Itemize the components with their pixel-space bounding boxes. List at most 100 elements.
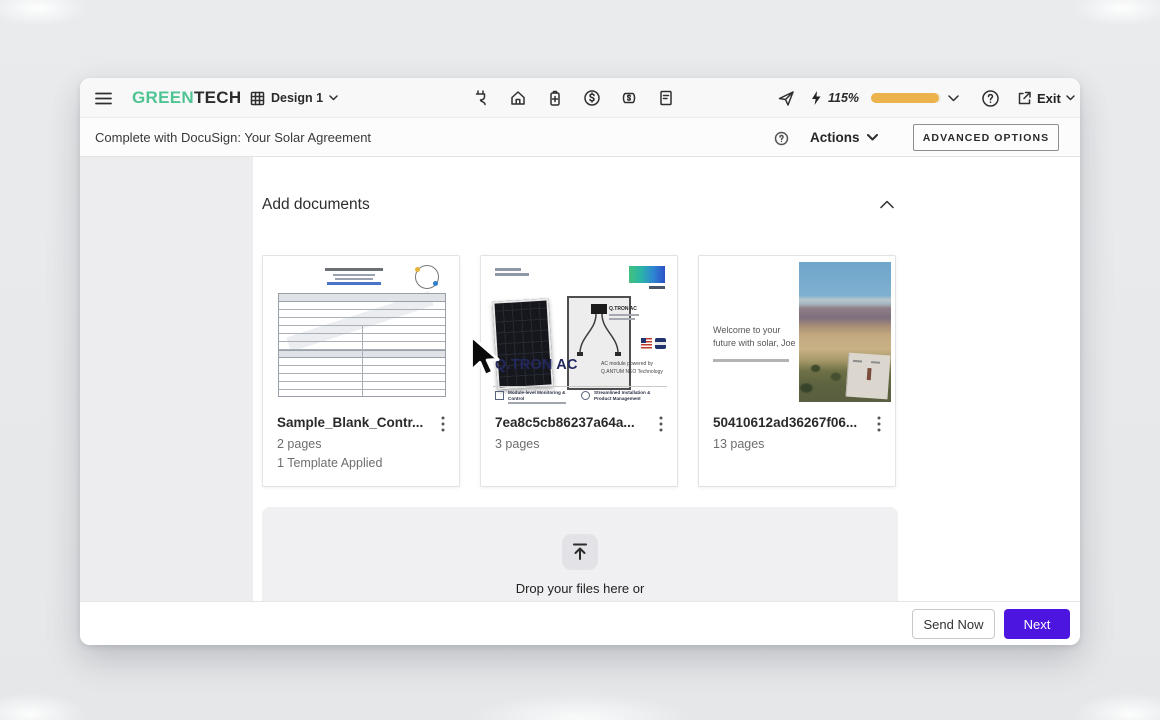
upload-icon-box (562, 534, 598, 570)
document-name: 7ea8c5cb86237a64a... (495, 415, 645, 430)
thumb-text-line (713, 359, 789, 362)
hand-icon (581, 391, 590, 400)
desktop-background: GREENTECH Design 1 (0, 0, 1160, 720)
cash-tool-button[interactable] (620, 89, 638, 107)
design-selector[interactable]: Design 1 (250, 78, 338, 118)
lightning-icon (809, 90, 823, 106)
thumb-text-line (649, 286, 665, 289)
left-gutter (80, 157, 253, 601)
thumb-link-line (327, 282, 381, 285)
us-flag-icon (641, 338, 652, 349)
thumb-text-line (508, 402, 566, 404)
qtron-tagline: AC module powered by Q.ANTUM NEO Technol… (601, 360, 667, 376)
thumb-text-line (333, 274, 375, 276)
cash-icon (620, 89, 638, 107)
app-window: GREENTECH Design 1 (80, 78, 1080, 645)
actions-menu-button[interactable]: Actions (810, 118, 878, 157)
file-dropzone[interactable]: Drop your files here or (262, 507, 898, 601)
document-name: Sample_Blank_Contr... (277, 415, 427, 430)
kebab-menu-icon (441, 416, 445, 432)
chevron-down-icon (867, 134, 878, 141)
question-icon (774, 131, 789, 146)
advanced-options-button[interactable]: ADVANCED OPTIONS (913, 124, 1059, 151)
toolbar-tool-icons (472, 78, 675, 118)
progress-bar (871, 93, 941, 103)
document-card: Sample_Blank_Contr... 2 pages 1 Template… (262, 255, 460, 487)
brand-green-text: GREEN (132, 88, 194, 108)
exit-label: Exit (1037, 91, 1061, 106)
upload-icon (569, 541, 591, 563)
qtron-title: Q.TRON AC (495, 357, 578, 373)
thumb-text-line (325, 268, 383, 271)
zoom-level: 115% (828, 78, 859, 118)
chevron-down-icon (948, 95, 959, 102)
table-header-band (279, 294, 445, 302)
collapse-section-button[interactable] (880, 197, 894, 212)
next-button[interactable]: Next (1004, 609, 1070, 639)
document-pages: 3 pages (495, 437, 539, 451)
exit-button[interactable]: Exit (1016, 78, 1075, 118)
welcome-heading: Welcome to your future with solar, Joe (713, 324, 801, 349)
brand-logo: GREENTECH (132, 78, 241, 118)
shield-badge-icon (655, 338, 666, 349)
top-toolbar: GREENTECH Design 1 (80, 78, 1080, 118)
document-icon (657, 89, 675, 107)
document-tool-button[interactable] (657, 89, 675, 107)
exit-icon (1016, 90, 1032, 106)
home-icon (509, 89, 527, 107)
dollar-tool-button[interactable] (583, 89, 601, 107)
thumb-divider (493, 386, 667, 387)
envelope-help-button[interactable] (773, 130, 789, 146)
qcells-logo (629, 266, 665, 283)
desert-photo (799, 262, 891, 402)
hamburger-menu-icon (95, 92, 112, 105)
actions-label: Actions (810, 130, 860, 145)
document-pages: 2 pages (277, 437, 321, 451)
qtron-feature-1: Module-level Monitoring & Control (508, 390, 570, 403)
help-icon (981, 89, 1000, 108)
grid-icon (250, 91, 265, 106)
progress-dropdown-button[interactable] (945, 92, 961, 104)
plug-tool-button[interactable] (472, 89, 490, 107)
monitoring-icon (495, 391, 504, 400)
battery-tool-button[interactable] (546, 89, 564, 107)
solar-logo-icon (415, 265, 439, 289)
send-now-button[interactable]: Send Now (912, 609, 995, 639)
home-tool-button[interactable] (509, 89, 527, 107)
kebab-menu-button[interactable] (869, 414, 889, 436)
photo-building (846, 353, 891, 400)
help-button[interactable] (980, 88, 1000, 108)
contract-table (278, 293, 446, 397)
document-thumbnail-qtron[interactable]: Q.TRON AC Q.TRON AC AC module powered by… (481, 256, 677, 408)
send-button[interactable] (777, 89, 795, 107)
document-pages: 13 pages (713, 437, 764, 451)
envelope-header: Complete with DocuSign: Your Solar Agree… (80, 118, 1080, 157)
document-template-applied: 1 Template Applied (277, 456, 382, 470)
dollar-coin-icon (583, 89, 601, 107)
kebab-menu-button[interactable] (651, 414, 671, 436)
thumb-text-line (495, 273, 529, 276)
main-content: Add documents (80, 157, 1080, 601)
document-thumbnail-contract[interactable] (263, 256, 459, 408)
dropzone-label: Drop your files here or (262, 581, 898, 596)
chevron-down-icon (1066, 95, 1075, 101)
send-icon (777, 89, 795, 107)
chevron-up-icon (880, 200, 894, 209)
table-column-divider (362, 326, 363, 396)
kebab-menu-icon (659, 416, 663, 432)
hamburger-menu-button[interactable] (90, 86, 116, 110)
kebab-menu-icon (877, 416, 881, 432)
envelope-title: Complete with DocuSign: Your Solar Agree… (95, 118, 371, 157)
brand-tech-text: TECH (194, 88, 241, 108)
qtron-feature-2: Streamlined Installation & Product Manag… (594, 390, 666, 403)
thumb-text-line (609, 314, 639, 316)
document-thumbnail-welcome[interactable]: Welcome to your future with solar, Joe (699, 256, 895, 408)
chevron-down-icon (329, 95, 338, 101)
document-card: Welcome to your future with solar, Joe 5… (698, 255, 896, 487)
qtron-side-label: Q.TRON AC (609, 306, 637, 312)
footer-bar: Send Now Next (80, 601, 1080, 645)
kebab-menu-button[interactable] (433, 414, 453, 436)
document-name: 50410612ad36267f06... (713, 415, 863, 430)
add-documents-title: Add documents (262, 196, 370, 214)
solar-panel-front-image (492, 298, 553, 389)
